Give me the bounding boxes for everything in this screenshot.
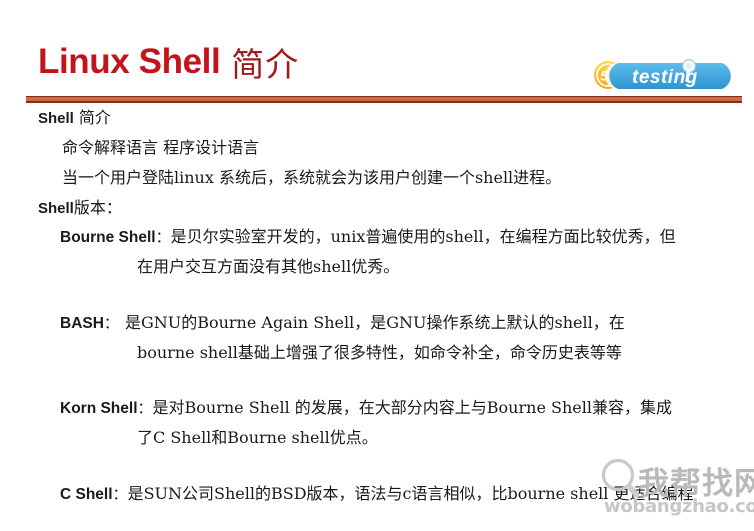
entry-korn-shell-name: Korn Shell [60,400,138,417]
entry-korn-shell-colon: ： [137,399,153,417]
section-heading-versions: Shell版本： [38,198,122,217]
51testing-logo: 51 testing [592,59,736,91]
entry-c-shell-desc: 是SUN公司Shell的BSD版本，语法与c语言相似，比bourne shell… [127,484,694,503]
entry-bourne-shell-name: Bourne Shell [60,229,156,246]
page-title-latin: Linux Shell [38,42,221,81]
body-line-languages: 命令解释语言 程序设计语言 [62,138,260,157]
entry-bash-desc-line2: bourne shell基础上增强了很多特性，如命令补全，命令历史表等等 [137,343,622,362]
section-heading-intro-cjk: 简介 [78,108,111,127]
slide-canvas: Linux Shell 简介 51 testing [0,0,754,531]
divider-rule-bottom [26,101,742,103]
entry-c-shell: C Shell：是SUN公司Shell的BSD版本，语法与c语言相似，比bour… [60,486,693,503]
section-heading-intro: Shell 简介 [38,108,111,127]
header-divider [26,96,742,103]
entry-bourne-shell-desc: 是贝尔实验室开发的，unix普遍使用的shell，在编程方面比较优秀，但 [170,227,676,246]
entry-bash-colon: ： [103,314,119,332]
entry-korn-shell: Korn Shell：是对Bourne Shell 的发展，在大部分内容上与Bo… [60,400,672,417]
page-title-cjk: 简介 [231,45,300,84]
section-heading-versions-cjk: 版本： [73,198,122,217]
entry-bourne-shell-desc-line2: 在用户交互方面没有其他shell优秀。 [137,257,400,276]
section-heading-intro-lead: Shell [38,110,74,127]
entry-c-shell-colon: ： [112,485,128,503]
entry-bash-name: BASH [60,315,104,332]
entry-bash: BASH： 是GNU的Bourne Again Shell，是GNU操作系统上默认… [60,315,625,332]
body-line-login-process: 当一个用户登陆linux 系统后，系统就会为该用户创建一个shell进程。 [62,168,562,187]
entry-c-shell-name: C Shell [60,486,113,503]
entry-bourne-shell: Bourne Shell：是贝尔实验室开发的，unix普遍使用的shell，在编… [60,229,676,246]
entry-bash-desc: 是GNU的Bourne Again Shell，是GNU操作系统上默认的shel… [124,313,625,332]
entry-korn-shell-desc: 是对Bourne Shell 的发展，在大部分内容上与Bourne Shell兼… [152,398,672,417]
section-heading-versions-lead: Shell [38,200,74,217]
page-title: Linux Shell 简介 [38,36,598,88]
entry-korn-shell-desc-line2: 了C Shell和Bourne shell优点。 [137,428,378,447]
entry-bourne-shell-colon: ： [155,228,171,246]
